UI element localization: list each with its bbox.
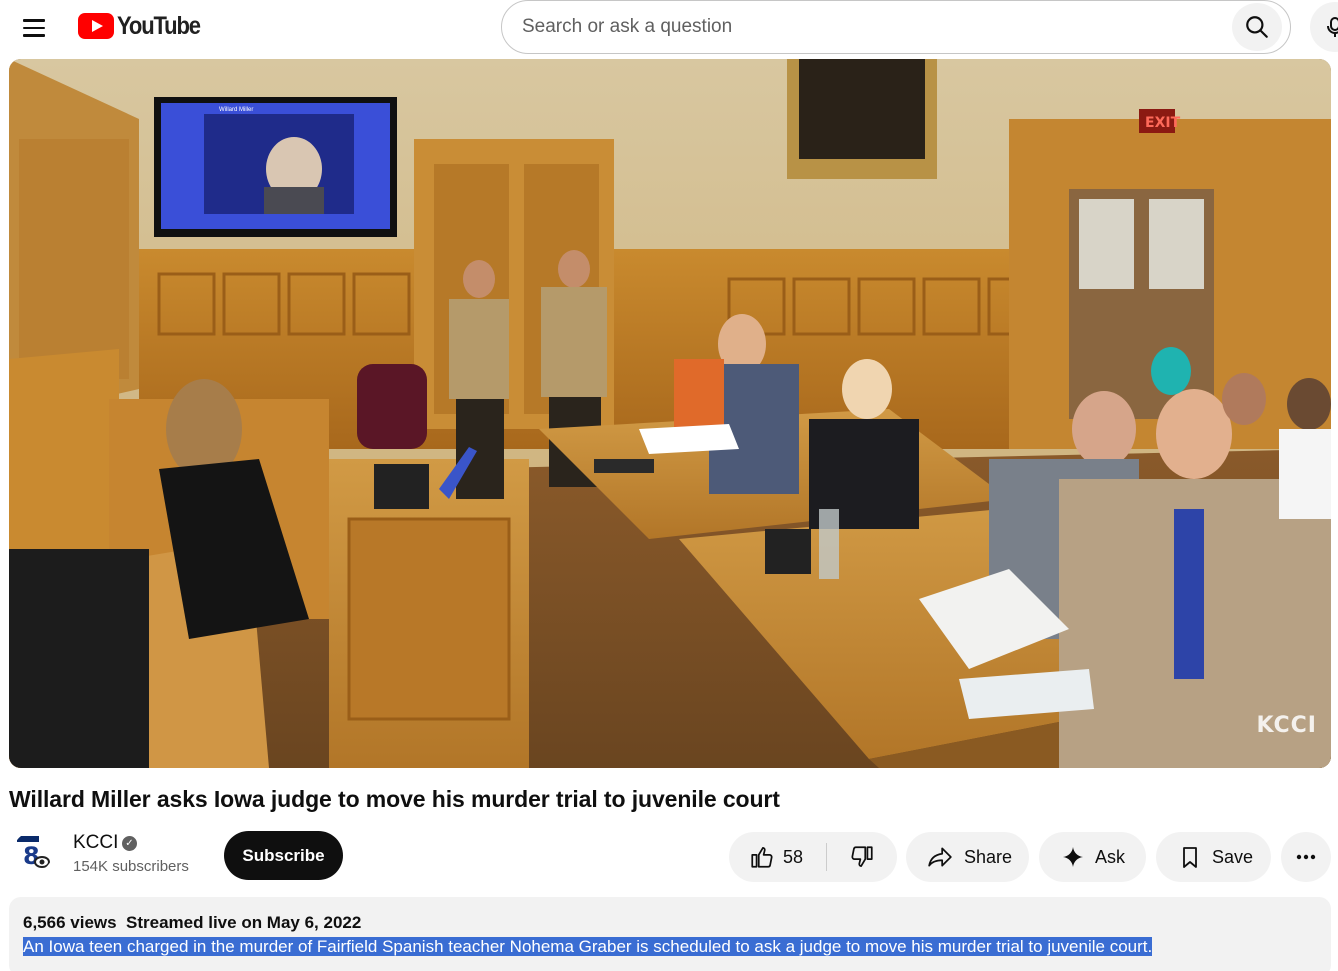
bookmark-icon [1183,847,1197,868]
like-button[interactable]: 58 [729,832,826,882]
voice-search-button[interactable] [1310,2,1338,52]
video-player[interactable]: EXIT Willard Miller KCCI [9,59,1331,768]
search-input[interactable] [522,13,1222,41]
hamburger-icon-bar [23,26,45,30]
courtroom-video-frame: EXIT Willard Miller [9,59,1331,768]
save-button[interactable]: Save [1156,832,1271,882]
masthead: YouTube [0,0,1338,56]
share-icon [928,847,952,867]
view-count: 6,566 views [23,913,117,932]
menu-button[interactable] [14,8,54,48]
subscribe-button[interactable]: Subscribe [224,831,343,880]
youtube-logo[interactable]: YouTube [78,12,211,40]
description-meta: 6,566 views Streamed live on May 6, 2022 [23,913,1317,933]
dislike-button[interactable] [827,832,897,882]
more-horizontal-icon [1296,854,1316,860]
ask-button[interactable]: Ask [1039,832,1146,882]
stream-date: Streamed live on May 6, 2022 [126,913,362,932]
kcci-logo-icon: 8 [17,836,50,870]
thumbs-down-icon [851,846,873,867]
more-actions-button[interactable] [1281,832,1331,882]
channel-avatar[interactable]: 8 [13,832,53,872]
search-button[interactable] [1232,3,1282,51]
hamburger-icon-bar [23,19,45,22]
sparkle-icon [1063,847,1083,867]
share-label: Share [964,846,1013,867]
logo-text: YouTube [117,11,201,40]
verified-badge-icon: ✓ [122,836,137,851]
monitor-label: Willard Miller [219,107,253,113]
kcci-watermark: KCCI [1256,713,1317,738]
search-icon [1246,16,1268,38]
like-count: 58 [783,846,804,867]
save-label: Save [1212,846,1254,867]
video-title: Willard Miller asks Iowa judge to move h… [9,786,780,812]
thumbs-up-icon [751,847,773,868]
share-button[interactable]: Share [906,832,1029,882]
like-dislike-group: 58 [729,832,897,882]
description-text: An Iowa teen charged in the murder of Fa… [23,937,1153,956]
subscriber-count: 154K subscribers [73,858,189,875]
search-box [501,0,1291,54]
hamburger-icon-bar [23,34,45,37]
exit-sign-text: EXIT [1145,115,1181,131]
microphone-icon [1327,17,1338,37]
description-box[interactable]: 6,566 views Streamed live on May 6, 2022… [9,897,1331,971]
youtube-play-icon [78,13,114,39]
channel-name[interactable]: KCCI [73,832,118,854]
description-text-row: An Iowa teen charged in the murder of Fa… [23,937,1317,957]
ask-label: Ask [1095,846,1126,867]
